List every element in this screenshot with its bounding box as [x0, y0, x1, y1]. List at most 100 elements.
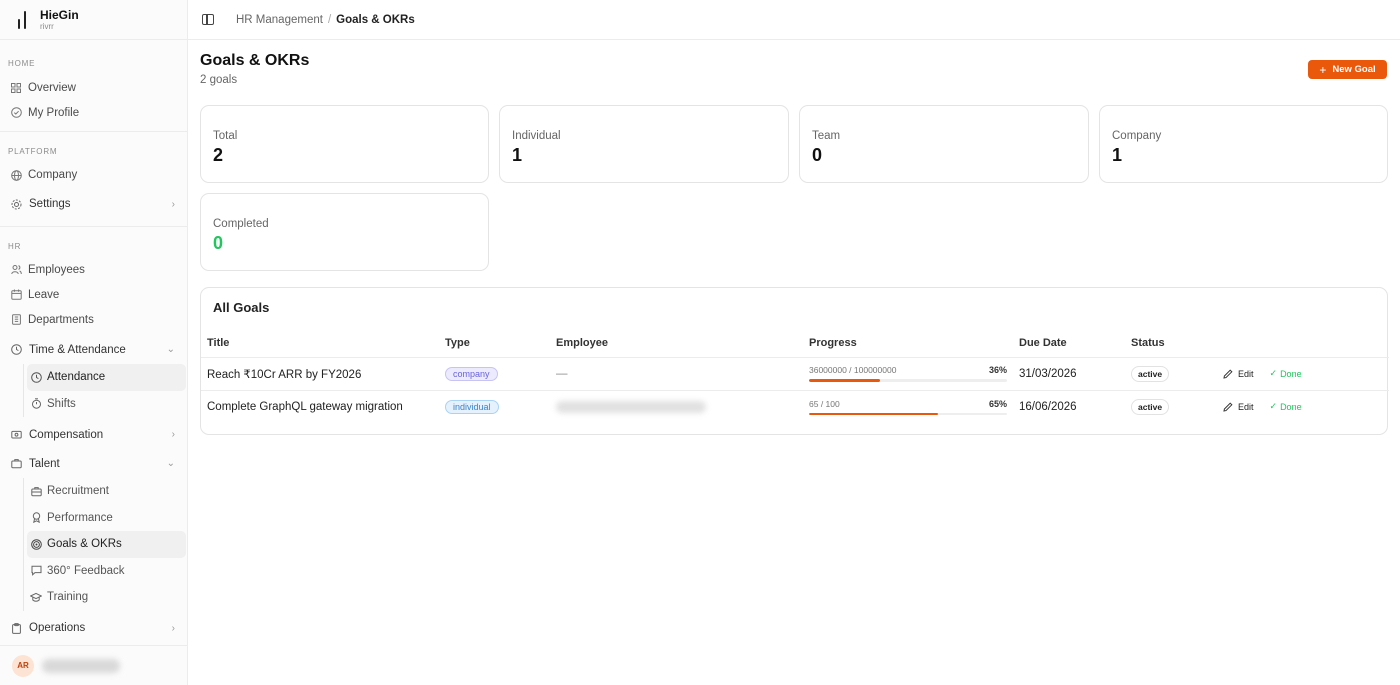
- section-label-home: HOME: [8, 59, 36, 68]
- table-row: Reach ₹10Cr ARR by FY2026 company — 3600…: [201, 357, 1389, 391]
- row-actions: Edit ✓ Done: [1223, 401, 1383, 412]
- time-subnav: Attendance Shifts: [23, 364, 187, 417]
- sidebar-item-my-profile[interactable]: My Profile: [0, 100, 187, 125]
- done-label: Done: [1280, 401, 1302, 412]
- stat-label: Completed: [213, 218, 269, 230]
- award-icon: [30, 512, 42, 524]
- check-icon: ✓: [1269, 401, 1278, 412]
- sidebar-item-360-feedback[interactable]: 360° Feedback: [27, 558, 186, 585]
- column-header-type: Type: [439, 330, 550, 358]
- status-badge: active: [1131, 365, 1170, 382]
- progress-text: 36000000 / 100000000: [809, 365, 897, 376]
- sidebar-toggle-icon[interactable]: [202, 14, 214, 25]
- sidebar-item-performance[interactable]: Performance: [27, 505, 186, 532]
- clock-icon: [30, 371, 42, 383]
- user-name-redacted: [42, 658, 120, 673]
- platform-section: PLATFORM Company Settings ›: [0, 132, 187, 227]
- sidebar-item-settings[interactable]: Settings ›: [0, 188, 187, 220]
- sidebar-item-leave[interactable]: Leave: [0, 282, 187, 307]
- goals-table: Title Type Employee Progress Due Date St…: [201, 330, 1389, 423]
- goal-title[interactable]: Reach ₹10Cr ARR by FY2026: [201, 357, 439, 391]
- progress-text: 65 / 100: [809, 398, 840, 409]
- section-label-platform: PLATFORM: [8, 147, 58, 156]
- app-shell: HieGin rivrr HOME Overview My Profile PL…: [0, 0, 1400, 685]
- employee-redacted: [556, 400, 706, 413]
- grid-icon: [10, 82, 22, 94]
- avatar: AR: [12, 654, 34, 677]
- section-label-hr: HR: [8, 242, 22, 251]
- progress-cell: 65 / 100 65%: [809, 398, 1007, 415]
- breadcrumb-current: Goals & OKRs: [336, 13, 415, 26]
- sidebar-group-talent[interactable]: Talent ⌄: [0, 449, 187, 478]
- timer-icon: [30, 398, 42, 410]
- done-label: Done: [1280, 368, 1302, 379]
- sidebar-group-compensation[interactable]: Compensation ›: [0, 420, 187, 449]
- sidebar-group-operations[interactable]: Operations ›: [0, 614, 187, 643]
- sidebar-item-recruitment[interactable]: Recruitment: [27, 478, 186, 505]
- briefcase-icon: [30, 485, 42, 497]
- type-badge: individual: [445, 399, 499, 414]
- page-title: Goals & OKRs: [200, 52, 310, 69]
- page-header: Goals & OKRs 2 goals: [200, 52, 309, 86]
- edit-button[interactable]: Edit: [1223, 402, 1254, 412]
- gear-icon: [10, 198, 22, 210]
- sidebar-item-shifts[interactable]: Shifts: [27, 391, 186, 418]
- user-menu[interactable]: AR: [0, 645, 187, 685]
- sidebar-item-company[interactable]: Company: [0, 162, 187, 188]
- home-section: HOME Overview My Profile: [0, 40, 187, 132]
- chevron-down-icon: ⌄: [166, 344, 175, 355]
- column-header-actions: [1217, 330, 1389, 358]
- stat-card-individual: Individual 1: [499, 105, 789, 183]
- sidebar-group-label: Talent: [29, 457, 60, 470]
- chevron-right-icon: ›: [171, 429, 175, 440]
- sidebar-item-label: Performance: [47, 511, 113, 524]
- graduation-cap-icon: [30, 591, 42, 603]
- brand-logo-icon: [16, 9, 30, 31]
- row-actions: Edit ✓ Done: [1223, 368, 1383, 379]
- new-goal-button[interactable]: + New Goal: [1308, 60, 1387, 79]
- sidebar-item-overview[interactable]: Overview: [0, 75, 187, 100]
- stat-card-company: Company 1: [1099, 105, 1388, 183]
- pencil-icon: [1223, 368, 1233, 379]
- stat-label: Individual: [512, 130, 561, 142]
- target-icon: [30, 538, 42, 550]
- progress-bar: [809, 379, 1007, 382]
- progress-percent: 65%: [988, 398, 1007, 409]
- sidebar-item-label: My Profile: [28, 106, 80, 119]
- stat-card-total: Total 2: [200, 105, 489, 183]
- stat-card-completed: Completed 0: [200, 193, 489, 271]
- column-header-title: Title: [201, 330, 439, 358]
- sidebar-item-attendance[interactable]: Attendance: [27, 364, 186, 391]
- column-header-employee: Employee: [550, 330, 803, 358]
- status-badge: active: [1131, 398, 1170, 415]
- sidebar-item-label: Departments: [28, 313, 94, 326]
- topbar: HR Management / Goals & OKRs: [188, 0, 1400, 40]
- column-header-due-date: Due Date: [1013, 330, 1125, 358]
- hr-section: HR Employees Leave Departments Time & At…: [0, 227, 187, 643]
- goal-title[interactable]: Complete GraphQL gateway migration: [201, 390, 439, 423]
- all-goals-card: All Goals Title Type Employee Progress D…: [200, 287, 1389, 435]
- briefcase-icon: [10, 458, 22, 470]
- edit-label: Edit: [1238, 401, 1254, 412]
- sidebar-group-label: Operations: [29, 622, 86, 634]
- done-button[interactable]: ✓ Done: [1270, 368, 1302, 379]
- users-icon: [10, 264, 22, 276]
- user-circle-icon: [10, 107, 22, 119]
- sidebar-item-departments[interactable]: Departments: [0, 307, 187, 332]
- breadcrumb-separator: /: [327, 13, 332, 26]
- sidebar-group-time-attendance[interactable]: Time & Attendance ⌄: [0, 335, 187, 364]
- breadcrumb-parent[interactable]: HR Management: [236, 14, 323, 26]
- progress-cell: 36000000 / 100000000 36%: [809, 365, 1007, 382]
- done-button[interactable]: ✓ Done: [1270, 401, 1302, 412]
- brand[interactable]: HieGin rivrr: [0, 0, 187, 40]
- sidebar-item-label: Employees: [28, 263, 85, 276]
- stat-value: 1: [512, 145, 523, 165]
- sidebar-item-employees[interactable]: Employees: [0, 257, 187, 282]
- edit-button[interactable]: Edit: [1223, 369, 1254, 379]
- sidebar-item-training[interactable]: Training: [27, 584, 186, 611]
- sidebar-item-goals-okrs[interactable]: Goals & OKRs: [27, 531, 186, 558]
- table-row: Complete GraphQL gateway migration indiv…: [201, 390, 1389, 423]
- sidebar-item-label: 360° Feedback: [47, 564, 125, 577]
- progress-percent: 36%: [988, 365, 1007, 376]
- sidebar-item-label: Overview: [28, 81, 76, 94]
